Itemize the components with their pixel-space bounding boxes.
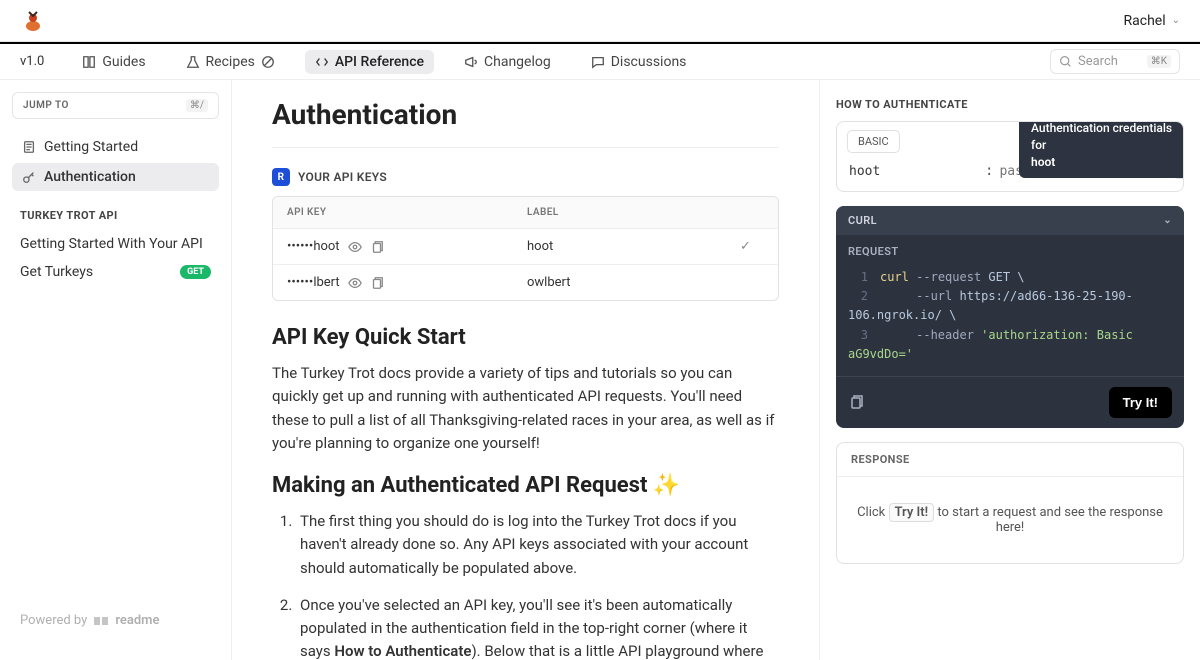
- user-name: Rachel: [1124, 13, 1166, 29]
- key-icon: [22, 170, 36, 184]
- doc-icon: [22, 140, 36, 154]
- avatar: R: [272, 168, 290, 186]
- powered-by[interactable]: Powered by readme: [8, 593, 223, 648]
- step-2: Once you've selected an API key, you'll …: [296, 594, 779, 660]
- sidebar-getting-started-api[interactable]: Getting Started With Your API: [8, 230, 223, 258]
- curl-box: CURL ⌄ REQUEST 1curl --request GET \ 2cu…: [836, 206, 1184, 428]
- nav-guides[interactable]: Guides: [72, 50, 155, 74]
- auth-credentials-box: Authentication credentials for hoot BASI…: [836, 121, 1184, 192]
- section-quickstart: API Key Quick Start: [272, 325, 779, 350]
- step-1: The first thing you should do is log int…: [296, 510, 779, 580]
- copy-icon[interactable]: [370, 276, 384, 290]
- chat-icon: [591, 55, 605, 69]
- response-box: RESPONSE Click Try It! to start a reques…: [836, 442, 1184, 564]
- api-keys-table: API KEY LABEL ••••••hoot hoot ✓ ••••••lb…: [272, 196, 779, 301]
- flask-icon: [186, 55, 200, 69]
- nav-api-reference[interactable]: API Reference: [305, 50, 434, 74]
- api-key-row[interactable]: ••••••hoot hoot ✓: [273, 228, 778, 264]
- lang-tab[interactable]: CURL: [848, 214, 877, 227]
- copy-icon[interactable]: [370, 240, 384, 254]
- user-menu[interactable]: Rachel ⌄: [1124, 13, 1181, 29]
- megaphone-icon: [464, 55, 478, 69]
- sidebar-section-head: TURKEY TROT API: [20, 209, 211, 222]
- disabled-icon: [261, 55, 275, 69]
- http-method-badge: GET: [180, 265, 211, 279]
- page-title: Authentication: [272, 98, 779, 131]
- code-block[interactable]: 1curl --request GET \ 2curl --url https:…: [836, 262, 1184, 376]
- readme-logo-icon: [93, 614, 109, 628]
- search-shortcut: ⌘K: [1147, 55, 1171, 68]
- check-icon: ✓: [740, 239, 764, 254]
- auth-username-input[interactable]: [849, 164, 979, 179]
- nav-recipes[interactable]: Recipes: [176, 50, 285, 74]
- code-icon: [315, 55, 329, 69]
- jump-to-box[interactable]: JUMP TO ⌘/: [12, 92, 219, 119]
- sidebar-item-authentication[interactable]: Authentication: [12, 163, 219, 191]
- chevron-down-icon: ⌄: [1172, 15, 1180, 26]
- nav-discussions[interactable]: Discussions: [581, 50, 697, 74]
- api-key-row[interactable]: ••••••lbert owlbert: [273, 264, 778, 300]
- chevron-down-icon[interactable]: ⌄: [1163, 215, 1172, 226]
- sidebar-item-getting-started[interactable]: Getting Started: [12, 133, 219, 161]
- search-input[interactable]: Search ⌘K: [1050, 49, 1180, 74]
- col-label: LABEL: [527, 207, 740, 218]
- search-icon: [1059, 55, 1072, 68]
- api-keys-header: R YOUR API KEYS: [272, 168, 779, 186]
- tooltip: Authentication credentials for hoot: [1019, 121, 1184, 178]
- copy-icon[interactable]: [848, 394, 864, 410]
- request-label: REQUEST: [836, 235, 1184, 262]
- response-head: RESPONSE: [837, 443, 1183, 477]
- steps-list: The first thing you should do is log int…: [272, 510, 779, 660]
- eye-icon[interactable]: [348, 276, 362, 290]
- response-body: Click Try It! to start a request and see…: [837, 477, 1183, 563]
- book-icon: [82, 55, 96, 69]
- logo[interactable]: [20, 10, 46, 32]
- version-selector[interactable]: v1.0: [20, 54, 44, 69]
- col-api-key: API KEY: [287, 207, 527, 218]
- try-it-button[interactable]: Try It!: [1109, 387, 1172, 418]
- sidebar-get-turkeys[interactable]: Get Turkeys GET: [8, 258, 223, 286]
- eye-icon[interactable]: [348, 240, 362, 254]
- auth-panel-head: HOW TO AUTHENTICATE: [836, 98, 1184, 111]
- nav-changelog[interactable]: Changelog: [454, 50, 561, 74]
- section-making-request: Making an Authenticated API Request ✨: [272, 473, 779, 498]
- auth-tab-basic[interactable]: BASIC: [847, 130, 900, 153]
- para-intro: The Turkey Trot docs provide a variety o…: [272, 362, 779, 455]
